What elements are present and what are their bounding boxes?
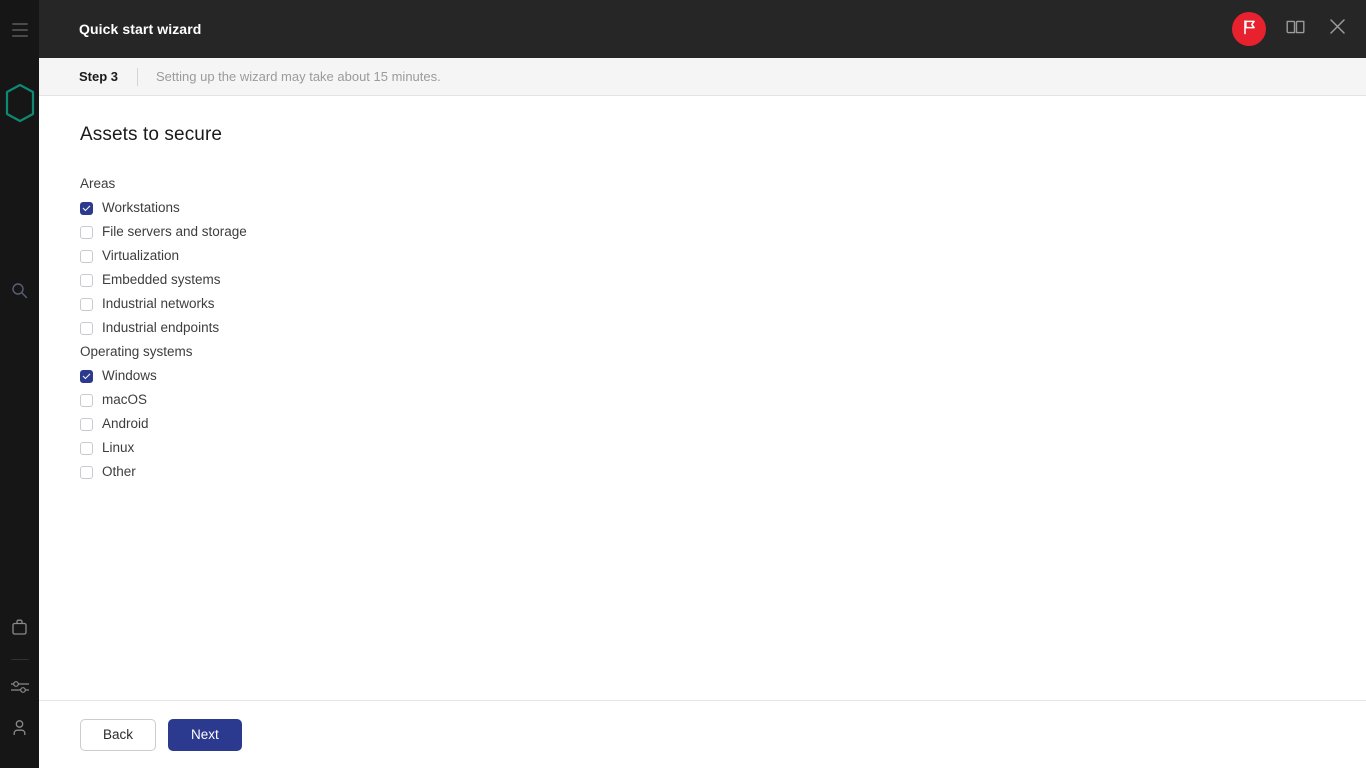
sliders-icon[interactable] bbox=[0, 672, 39, 702]
checkbox-row[interactable]: Other bbox=[80, 460, 1366, 484]
wizard-panel: Quick start wizard Step 3 Setting up the… bbox=[39, 0, 1366, 768]
checkbox-row[interactable]: Virtualization bbox=[80, 244, 1366, 268]
left-navigation-rail bbox=[0, 0, 39, 768]
checkbox-row[interactable]: Linux bbox=[80, 436, 1366, 460]
checkbox-row[interactable]: Workstations bbox=[80, 196, 1366, 220]
group-label: Areas bbox=[80, 176, 116, 191]
checkbox-label: Other bbox=[102, 464, 136, 479]
window-titlebar: Quick start wizard bbox=[39, 0, 1366, 58]
checkbox-unchecked-icon[interactable] bbox=[80, 417, 93, 431]
back-button[interactable]: Back bbox=[80, 718, 157, 751]
user-icon[interactable] bbox=[0, 713, 39, 743]
checkbox-label: Linux bbox=[102, 440, 135, 455]
step-separator bbox=[137, 67, 139, 86]
book-icon bbox=[1286, 19, 1305, 40]
help-book-button[interactable] bbox=[1282, 16, 1308, 42]
search-icon[interactable] bbox=[0, 275, 39, 305]
step-indicator: Step 3 bbox=[79, 69, 119, 84]
wizard-content: Assets to secure Areas Workstations File s… bbox=[39, 96, 1366, 700]
checkbox-unchecked-icon[interactable] bbox=[80, 393, 93, 407]
checkbox-unchecked-icon[interactable] bbox=[80, 273, 93, 287]
checkbox-label: File servers and storage bbox=[102, 224, 247, 239]
checkbox-label: Embedded systems bbox=[102, 272, 221, 287]
checkbox-label: Workstations bbox=[102, 200, 180, 215]
checkbox-checked-icon[interactable] bbox=[80, 369, 93, 383]
hexagon-logo-icon bbox=[0, 82, 39, 124]
rail-divider bbox=[11, 659, 29, 660]
checkbox-label: Windows bbox=[102, 368, 157, 383]
checkbox-label: Industrial endpoints bbox=[102, 320, 220, 335]
group-label: Operating systems bbox=[80, 344, 193, 359]
titlebar-actions bbox=[1232, 0, 1350, 58]
wizard-footer: Back Next bbox=[39, 700, 1366, 768]
checkbox-row[interactable]: Android bbox=[80, 412, 1366, 436]
checkbox-checked-icon[interactable] bbox=[80, 201, 93, 215]
window-title: Quick start wizard bbox=[79, 21, 202, 37]
close-icon bbox=[1329, 18, 1346, 40]
checkbox-unchecked-icon[interactable] bbox=[80, 465, 93, 479]
application-window: Quick start wizard Step 3 Setting up the… bbox=[0, 0, 1366, 768]
checkbox-row[interactable]: Embedded systems bbox=[80, 268, 1366, 292]
close-window-button[interactable] bbox=[1324, 16, 1350, 42]
checkbox-row[interactable]: Industrial endpoints bbox=[80, 316, 1366, 340]
next-button[interactable]: Next bbox=[168, 718, 242, 751]
checkbox-row[interactable]: macOS bbox=[80, 388, 1366, 412]
checkbox-unchecked-icon[interactable] bbox=[80, 249, 93, 263]
checkbox-label: macOS bbox=[102, 392, 148, 407]
checkbox-unchecked-icon[interactable] bbox=[80, 225, 93, 239]
asset-groups: Areas Workstations File servers and storag… bbox=[80, 172, 1366, 484]
checkbox-label: Virtualization bbox=[102, 248, 180, 263]
checkbox-unchecked-icon[interactable] bbox=[80, 297, 93, 311]
briefcase-icon[interactable] bbox=[0, 612, 39, 642]
flag-icon bbox=[1242, 19, 1257, 40]
notifications-flag-button[interactable] bbox=[1232, 12, 1266, 46]
hamburger-menu-icon[interactable] bbox=[0, 18, 39, 42]
checkbox-row[interactable]: Industrial networks bbox=[80, 292, 1366, 316]
checkbox-label: Android bbox=[102, 416, 149, 431]
checkbox-unchecked-icon[interactable] bbox=[80, 321, 93, 335]
checkbox-label: Industrial networks bbox=[102, 296, 215, 311]
checkbox-unchecked-icon[interactable] bbox=[80, 441, 93, 455]
checkbox-row[interactable]: Windows bbox=[80, 364, 1366, 388]
step-note: Setting up the wizard may take about 15 … bbox=[156, 69, 441, 84]
wizard-step-bar: Step 3 Setting up the wizard may take ab… bbox=[39, 58, 1366, 96]
page-title: Assets to secure bbox=[80, 124, 223, 145]
checkbox-row[interactable]: File servers and storage bbox=[80, 220, 1366, 244]
